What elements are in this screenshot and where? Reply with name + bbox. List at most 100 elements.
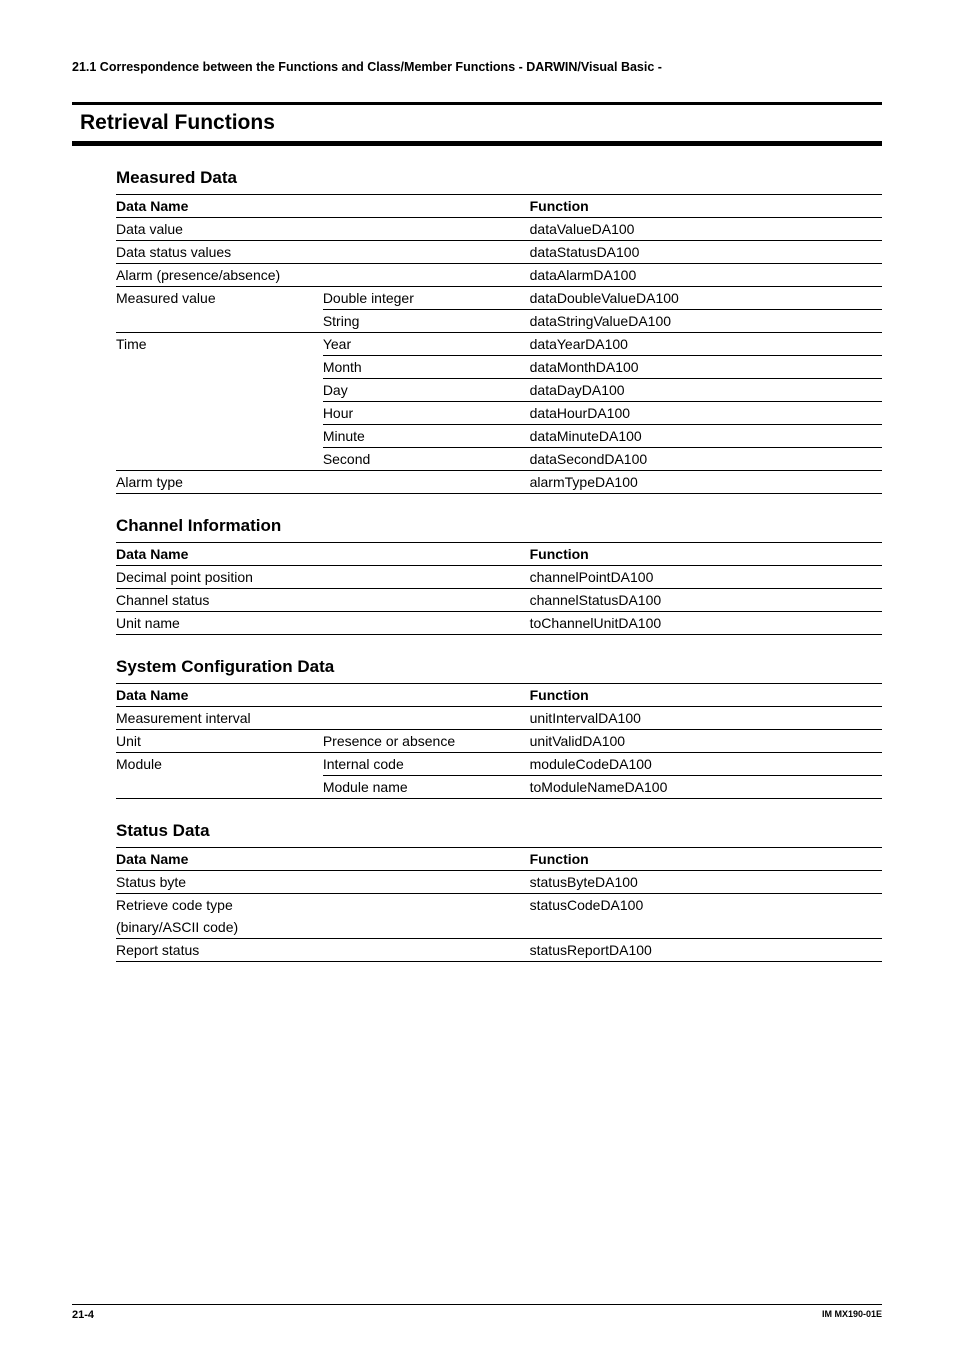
cell-sub: Internal code <box>323 753 530 776</box>
table-row: Alarm (presence/absence)dataAlarmDA100 <box>116 264 882 287</box>
table-measured: Data Name Function Data valuedataValueDA… <box>116 194 882 494</box>
cell-name: Data value <box>116 218 530 241</box>
table-row: Module nametoModuleNameDA100 <box>116 776 882 799</box>
cell-function: dataHourDA100 <box>530 402 882 425</box>
table-row: Measured valueDouble integerdataDoubleVa… <box>116 287 882 310</box>
doc-code: IM MX190-01E <box>822 1309 882 1321</box>
table-row: Alarm typealarmTypeDA100 <box>116 471 882 494</box>
table-row: Status bytestatusByteDA100 <box>116 871 882 894</box>
cell-function: toChannelUnitDA100 <box>530 612 882 635</box>
cell-function: dataMonthDA100 <box>530 356 882 379</box>
cell-function <box>530 916 882 939</box>
cell-name: Measured value <box>116 287 323 310</box>
cell-sub: Day <box>323 379 530 402</box>
cell-name <box>116 448 323 471</box>
cell-name: Report status <box>116 939 530 962</box>
table-row: Channel statuschannelStatusDA100 <box>116 589 882 612</box>
cell-name <box>116 402 323 425</box>
cell-name: Channel status <box>116 589 530 612</box>
section-title: Retrieval Functions <box>80 111 275 134</box>
cell-sub: Presence or absence <box>323 730 530 753</box>
cell-function: moduleCodeDA100 <box>530 753 882 776</box>
th-function: Function <box>530 684 882 707</box>
cell-sub: String <box>323 310 530 333</box>
cell-function: dataMinuteDA100 <box>530 425 882 448</box>
table-row: UnitPresence or absenceunitValidDA100 <box>116 730 882 753</box>
cell-function: unitValidDA100 <box>530 730 882 753</box>
page-header: 21.1 Correspondence between the Function… <box>72 60 882 74</box>
section-title-bar: Retrieval Functions <box>72 102 882 146</box>
cell-function: dataValueDA100 <box>530 218 882 241</box>
cell-function: dataDayDA100 <box>530 379 882 402</box>
table-row: MinutedataMinuteDA100 <box>116 425 882 448</box>
subtitle-status: Status Data <box>116 821 882 841</box>
table-row: StringdataStringValueDA100 <box>116 310 882 333</box>
cell-name <box>116 776 323 799</box>
th-function: Function <box>530 848 882 871</box>
cell-function: statusReportDA100 <box>530 939 882 962</box>
cell-name: Alarm (presence/absence) <box>116 264 530 287</box>
cell-function: dataAlarmDA100 <box>530 264 882 287</box>
table-row: Retrieve code typestatusCodeDA100 <box>116 894 882 917</box>
cell-function: channelStatusDA100 <box>530 589 882 612</box>
cell-function: statusByteDA100 <box>530 871 882 894</box>
th-data-name: Data Name <box>116 543 530 566</box>
page-number: 21-4 <box>72 1309 94 1321</box>
cell-name: Alarm type <box>116 471 530 494</box>
table-row: Measurement intervalunitIntervalDA100 <box>116 707 882 730</box>
subtitle-measured: Measured Data <box>116 168 882 188</box>
cell-name: Unit <box>116 730 323 753</box>
cell-sub: Year <box>323 333 530 356</box>
subtitle-channel: Channel Information <box>116 516 882 536</box>
table-row: Decimal point positionchannelPointDA100 <box>116 566 882 589</box>
table-row: SeconddataSecondDA100 <box>116 448 882 471</box>
table-row: Unit nametoChannelUnitDA100 <box>116 612 882 635</box>
page-footer: 21-4 IM MX190-01E <box>72 1304 882 1321</box>
table-row: HourdataHourDA100 <box>116 402 882 425</box>
cell-function: dataSecondDA100 <box>530 448 882 471</box>
cell-sub: Month <box>323 356 530 379</box>
cell-name <box>116 356 323 379</box>
table-row: ModuleInternal codemoduleCodeDA100 <box>116 753 882 776</box>
table-sysconfig: Data Name Function Measurement intervalu… <box>116 683 882 799</box>
cell-name: Module <box>116 753 323 776</box>
cell-name: Measurement interval <box>116 707 530 730</box>
table-row: Data valuedataValueDA100 <box>116 218 882 241</box>
th-function: Function <box>530 543 882 566</box>
cell-sub: Module name <box>323 776 530 799</box>
cell-function: toModuleNameDA100 <box>530 776 882 799</box>
cell-name: Data status values <box>116 241 530 264</box>
table-row: (binary/ASCII code) <box>116 916 882 939</box>
cell-name: Unit name <box>116 612 530 635</box>
cell-sub: Minute <box>323 425 530 448</box>
cell-function: channelPointDA100 <box>530 566 882 589</box>
table-status: Data Name Function Status bytestatusByte… <box>116 847 882 962</box>
cell-name: (binary/ASCII code) <box>116 916 530 939</box>
cell-function: dataStatusDA100 <box>530 241 882 264</box>
table-row: TimeYeardataYearDA100 <box>116 333 882 356</box>
cell-name: Decimal point position <box>116 566 530 589</box>
cell-sub: Second <box>323 448 530 471</box>
th-data-name: Data Name <box>116 684 530 707</box>
cell-name <box>116 379 323 402</box>
cell-sub: Hour <box>323 402 530 425</box>
cell-function: dataStringValueDA100 <box>530 310 882 333</box>
cell-name <box>116 310 323 333</box>
th-function: Function <box>530 195 882 218</box>
table-row: Report statusstatusReportDA100 <box>116 939 882 962</box>
cell-name: Status byte <box>116 871 530 894</box>
cell-name: Retrieve code type <box>116 894 530 917</box>
cell-function: unitIntervalDA100 <box>530 707 882 730</box>
table-row: Data status valuesdataStatusDA100 <box>116 241 882 264</box>
cell-function: statusCodeDA100 <box>530 894 882 917</box>
cell-function: dataYearDA100 <box>530 333 882 356</box>
table-row: DaydataDayDA100 <box>116 379 882 402</box>
cell-function: alarmTypeDA100 <box>530 471 882 494</box>
table-row: MonthdataMonthDA100 <box>116 356 882 379</box>
table-channel: Data Name Function Decimal point positio… <box>116 542 882 635</box>
subtitle-sysconfig: System Configuration Data <box>116 657 882 677</box>
cell-name: Time <box>116 333 323 356</box>
cell-name <box>116 425 323 448</box>
cell-function: dataDoubleValueDA100 <box>530 287 882 310</box>
cell-sub: Double integer <box>323 287 530 310</box>
